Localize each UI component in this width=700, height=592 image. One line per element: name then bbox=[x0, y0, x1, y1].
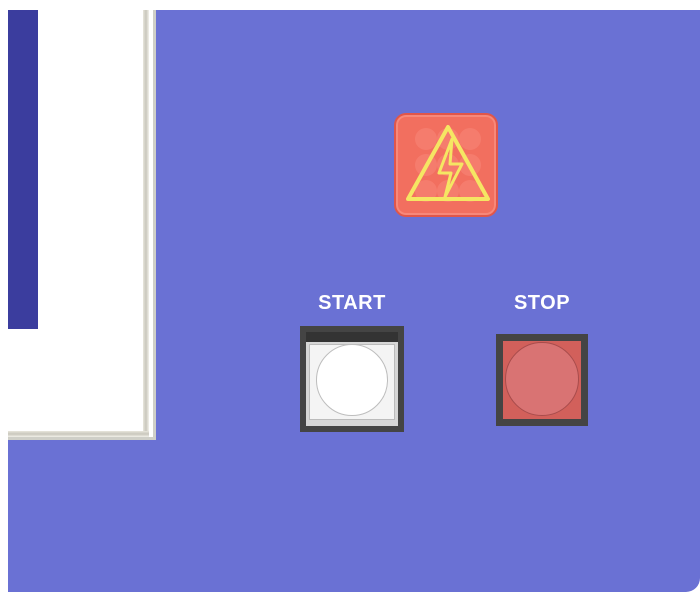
start-button[interactable] bbox=[300, 326, 404, 432]
stop-label: STOP bbox=[513, 292, 571, 314]
control-panel-screen: START STOP bbox=[0, 0, 700, 592]
left-display-window bbox=[8, 10, 156, 440]
stop-button[interactable] bbox=[496, 334, 588, 426]
start-indicator-light bbox=[316, 344, 388, 416]
left-display-strip bbox=[8, 10, 38, 329]
warning-lamp-graphic bbox=[406, 125, 490, 202]
left-window-frame bbox=[143, 10, 149, 437]
start-label: START bbox=[318, 292, 386, 314]
start-button-top-bar bbox=[306, 332, 398, 342]
left-window-bottom-frame bbox=[8, 431, 149, 437]
stop-indicator-light bbox=[505, 342, 579, 416]
high-voltage-warning-icon bbox=[394, 113, 498, 217]
